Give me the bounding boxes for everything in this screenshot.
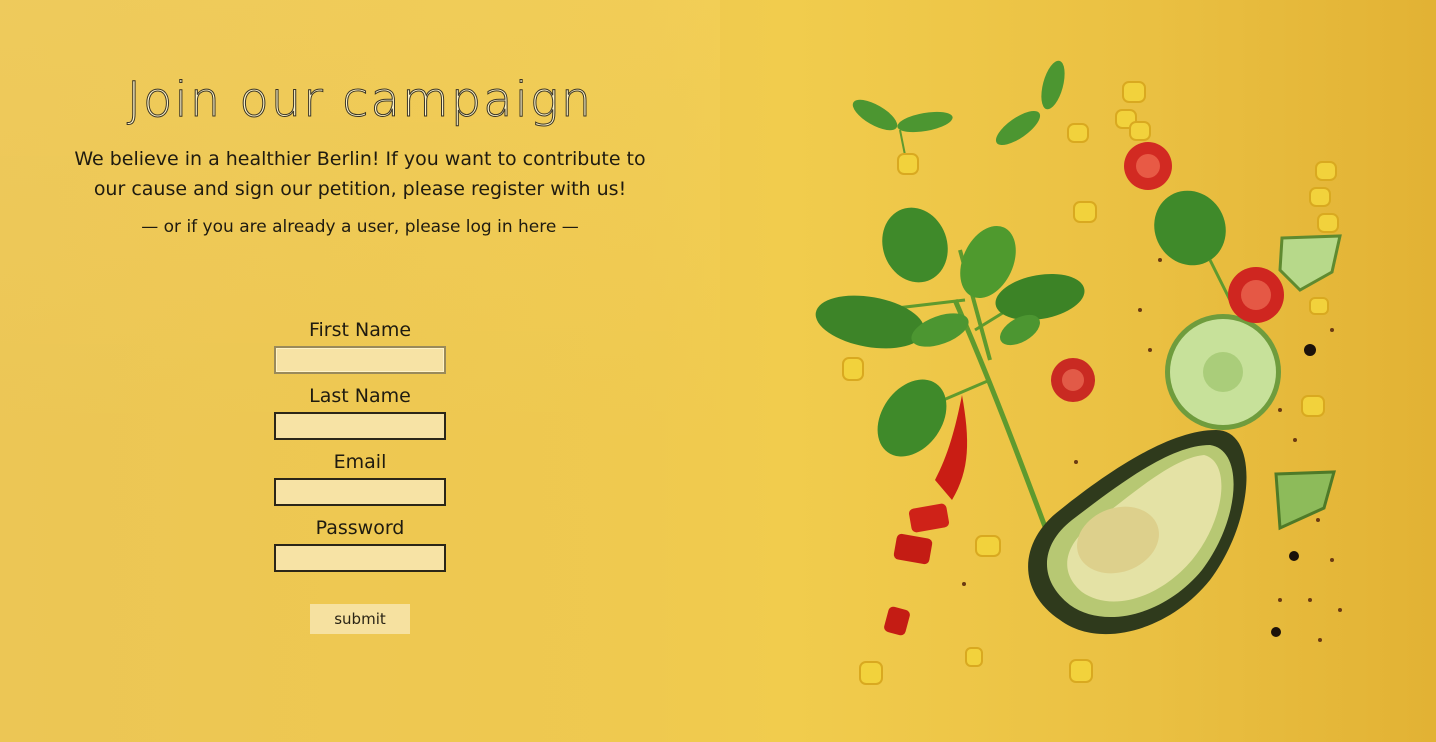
last-name-label: Last Name: [309, 385, 411, 407]
submit-button[interactable]: submit: [310, 604, 410, 634]
page-title: Join our campaign: [126, 72, 594, 129]
login-prompt: — or if you are already a user, please l…: [60, 217, 660, 237]
registration-panel: Join our campaign We believe in a health…: [0, 0, 720, 742]
floating-vegetables-illustration: [815, 60, 1342, 685]
email-input[interactable]: [274, 478, 446, 506]
password-label: Password: [315, 517, 405, 539]
last-name-input[interactable]: [274, 412, 446, 440]
first-name-input[interactable]: [274, 346, 446, 374]
registration-form: First Name Last Name Email Password subm…: [260, 318, 460, 634]
login-prefix: — or if you are already a user, please l…: [141, 217, 519, 237]
email-group: Email: [260, 450, 460, 506]
last-name-group: Last Name: [260, 384, 460, 440]
login-link[interactable]: here: [518, 217, 556, 237]
email-label: Email: [333, 451, 387, 473]
first-name-label: First Name: [308, 319, 412, 341]
password-group: Password: [260, 516, 460, 572]
login-suffix: —: [556, 217, 579, 237]
first-name-group: First Name: [260, 318, 460, 374]
campaign-description: We believe in a healthier Berlin! If you…: [74, 148, 646, 200]
avocado-icon: [1028, 430, 1247, 635]
password-input[interactable]: [274, 544, 446, 572]
